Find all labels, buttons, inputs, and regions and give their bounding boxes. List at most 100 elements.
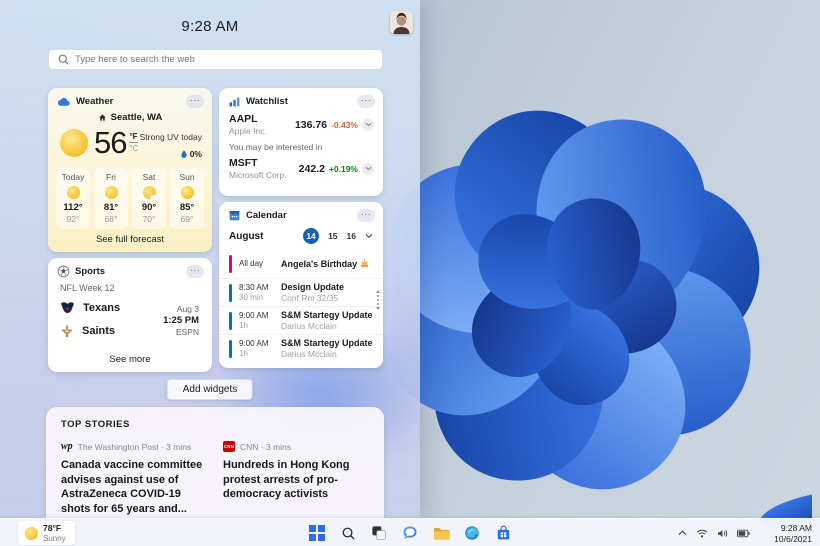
event-subtitle: Conf Rm 32/35 [281,293,339,303]
unit-celsius[interactable]: °C [129,143,138,153]
cnn-logo-icon: CNN [223,441,235,452]
volume-icon[interactable] [717,529,728,538]
taskbar-search-button[interactable] [337,522,359,544]
store-icon [497,525,509,540]
event-title: Angela's Birthday [281,258,358,269]
event-title: S&M Startegy Update [281,310,373,320]
sports-widget[interactable]: Sports ··· NFL Week 12 Texans Saints Aug… [48,258,212,372]
saints-logo-icon [61,324,73,337]
stock-expand-button[interactable] [362,162,374,175]
calendar-event[interactable]: 8:30 AM 30 min Design Update Conf Rm 32/… [219,278,383,306]
forecast-low: 69° [180,214,194,224]
weather-widget[interactable]: Weather ··· Seattle, WA 56 °F °C Strong … [48,88,212,252]
forecast-high: 112° [63,202,83,213]
stock-change: -0.43% [331,119,358,130]
taskbar-app-icons [306,519,514,546]
chat-button[interactable] [399,522,421,544]
calendar-month: August [229,230,264,242]
file-explorer-button[interactable] [430,522,452,544]
user-avatar[interactable] [390,11,413,34]
unit-toggle[interactable]: °F °C [129,132,139,153]
cloud-icon [57,97,70,106]
calendar-widget[interactable]: Calendar ··· August 14 15 16 All day Ang… [219,202,383,368]
search-icon [342,527,355,540]
calendar-event[interactable]: All day Angela's Birthday [219,250,383,278]
birthday-cake-icon [361,259,369,268]
event-color-bar [229,311,232,330]
date-option[interactable]: 16 [347,231,356,241]
forecast-low: 70° [142,214,156,224]
event-title: S&M Startegy Update [281,338,373,348]
calendar-event[interactable]: 9:00 AM 1h S&M Startegy Update Darius Mc… [219,306,383,334]
forecast-day[interactable]: Fri 81° 68° [94,168,128,229]
clock-date: 10/6/2021 [774,533,812,544]
calendar-date-row: August 14 15 16 [219,225,383,244]
event-duration: 1h [239,321,248,330]
calendar-more-button[interactable]: ··· [357,209,375,222]
sports-more-button[interactable]: ··· [186,265,204,278]
weather-temperature: 56 [94,125,127,160]
widgets-grid: Weather ··· Seattle, WA 56 °F °C Strong … [48,88,383,372]
sunny-icon [66,186,80,199]
news-article[interactable]: wp The Washington Post · 3 mins Canada v… [61,441,207,516]
web-search [48,49,383,70]
wifi-icon[interactable] [696,529,708,538]
calendar-event[interactable]: 9:00 AM 1h S&M Startegy Update Darius Mc… [219,334,383,362]
event-time: 9:00 AM [239,339,269,348]
forecast-day[interactable]: Sat 90° 70° [132,168,166,229]
weather-current: 56 °F °C Strong UV today 0% [48,123,212,161]
droplet-icon [181,150,187,158]
taskbar-weather-button[interactable]: 78°F Sunny [18,521,75,545]
event-duration: 1h [239,349,248,358]
selected-date[interactable]: 14 [303,228,320,244]
edge-browser-button[interactable] [461,522,483,544]
watchlist-widget[interactable]: Watchlist ··· AAPL Apple Inc. 136.76 -0.… [219,88,383,196]
search-icon [58,54,69,65]
forecast-high: 90° [141,202,157,213]
start-button[interactable] [306,522,328,544]
battery-icon[interactable] [737,529,750,538]
clock-time: 9:28 AM [780,523,812,533]
task-view-icon [372,526,386,540]
see-more-link[interactable]: See more [48,354,212,365]
news-article[interactable]: CNN CNN · 3 mins Hundreds in Hong Kong p… [223,441,369,516]
forecast-day[interactable]: Today 112° 92° [56,168,90,229]
taskbar-clock[interactable]: 9:28 AM 10/6/2021 [774,523,812,544]
taskbar-weather-condition: Sunny [43,534,66,543]
task-view-button[interactable] [368,522,390,544]
forecast-day[interactable]: Sun 85° 69° [170,168,204,229]
event-subtitle: Darius Mcclain [281,349,337,359]
chevron-up-icon[interactable] [678,530,687,536]
sun-icon [25,526,38,540]
top-stories-section: TOP STORIES wp The Washington Post · 3 m… [46,407,384,518]
search-input[interactable] [48,49,383,70]
watchlist-note: You may be interested in [229,142,323,152]
weather-more-button[interactable]: ··· [186,95,204,108]
stock-row[interactable]: MSFT Microsoft Corp. 242.2 +0.19% [219,155,383,180]
game-time: 1:25 PM [163,315,199,326]
stock-expand-button[interactable] [362,118,374,131]
add-widgets-button[interactable]: Add widgets [166,379,254,400]
weather-location: Seattle, WA [110,112,163,123]
date-option[interactable]: 15 [328,231,337,241]
partly-cloudy-icon [142,186,158,200]
forecast-high: 81° [103,202,119,213]
stock-company: Apple Inc. [229,126,267,136]
team-name: Saints [82,324,116,337]
see-full-forecast-link[interactable]: See full forecast [48,234,212,245]
stock-symbol: AAPL [229,113,258,125]
stock-row[interactable]: AAPL Apple Inc. 136.76 -0.43% [219,111,383,136]
windows-logo-icon [309,525,325,541]
forecast-low: 92° [66,214,80,224]
unit-fahrenheit[interactable]: °F [129,132,139,143]
event-color-bar [229,255,232,273]
wallpaper-bloom [392,110,812,528]
watchlist-more-button[interactable]: ··· [357,95,375,108]
event-color-bar [229,339,232,358]
microsoft-store-button[interactable] [492,522,514,544]
sunny-icon [180,186,194,199]
avatar-image [390,11,413,34]
taskbar-weather-temp: 78°F [43,523,62,533]
calendar-scrollbar[interactable] [376,290,380,310]
chevron-down-icon[interactable] [365,233,373,239]
